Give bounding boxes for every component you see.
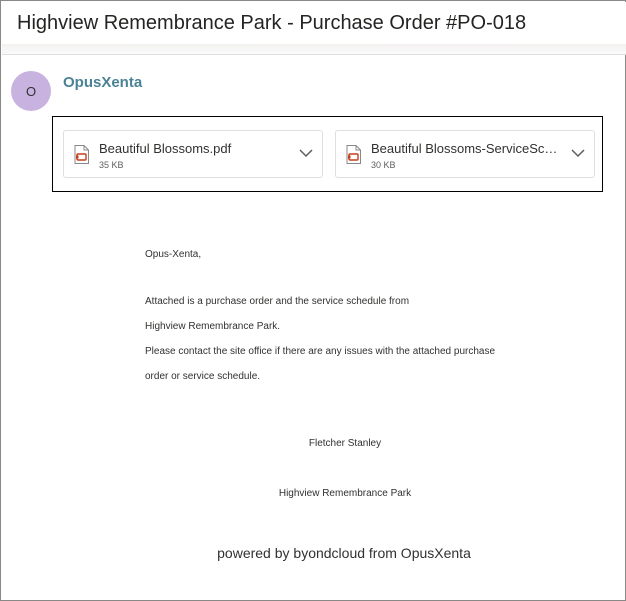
pdf-file-icon [74,145,89,164]
body-line: Please contact the site office if there … [145,346,496,357]
email-subject: Highview Remembrance Park - Purchase Ord… [17,12,527,34]
attachment-name: Beautiful Blossoms-ServiceSchedule.pdf [371,141,561,156]
email-reading-pane: Highview Remembrance Park - Purchase Ord… [0,0,626,601]
chevron-down-icon[interactable] [299,148,313,158]
sender-avatar[interactable]: O [11,71,51,111]
subject-divider [2,44,626,55]
attachment-name: Beautiful Blossoms.pdf [99,141,232,156]
attachment-card[interactable]: Beautiful Blossoms-ServiceSchedule.pdf 3… [335,130,595,178]
pdf-file-icon [346,145,361,164]
greeting-text: Opus-Xenta, [145,249,202,260]
attachment-size: 30 KB [371,160,396,170]
subject-bar: Highview Remembrance Park - Purchase Ord… [2,2,626,44]
body-line: Highview Remembrance Park. [145,321,281,332]
body-line: order or service schedule. [145,371,261,382]
attachment-card[interactable]: Beautiful Blossoms.pdf 35 KB [63,130,323,178]
attachments-area: Beautiful Blossoms.pdf 35 KB Beautiful B… [52,116,603,192]
signature-name: Fletcher Stanley [308,438,382,449]
chevron-down-icon[interactable] [571,148,585,158]
body-line: Attached is a purchase order and the ser… [145,296,410,307]
signature-org: Highview Remembrance Park [278,488,412,499]
sender-name[interactable]: OpusXenta [63,74,142,91]
powered-by-footer: powered by byondcloud from OpusXenta [217,545,471,561]
attachment-size: 35 KB [99,160,124,170]
